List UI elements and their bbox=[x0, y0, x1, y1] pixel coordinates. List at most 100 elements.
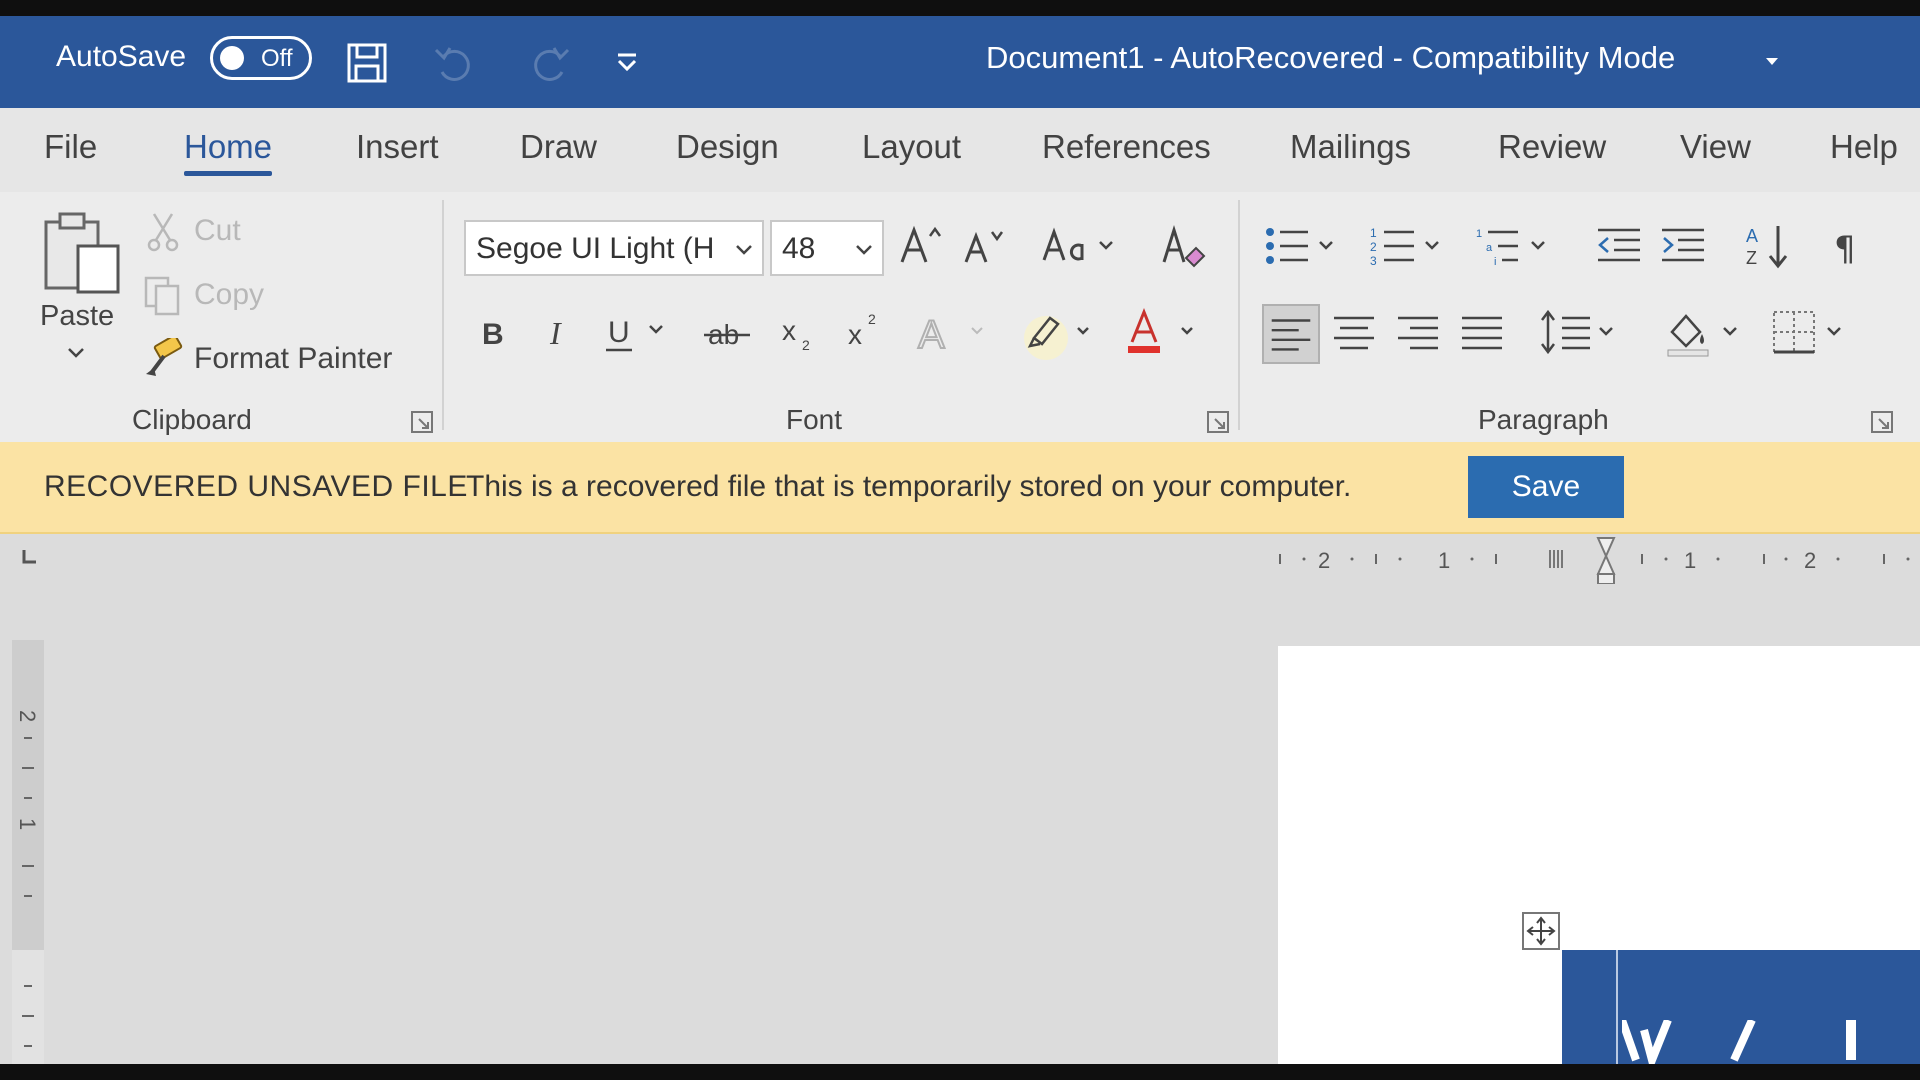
chevron-down-icon[interactable] bbox=[734, 240, 754, 260]
align-right-button[interactable] bbox=[1390, 304, 1446, 360]
svg-text:i: i bbox=[1494, 256, 1496, 268]
justify-button[interactable] bbox=[1454, 304, 1510, 360]
underline-button[interactable]: U bbox=[594, 304, 680, 360]
tab-review[interactable]: Review bbox=[1498, 128, 1606, 166]
tab-mailings[interactable]: Mailings bbox=[1290, 128, 1411, 166]
tab-references[interactable]: References bbox=[1042, 128, 1211, 166]
horizontal-ruler[interactable]: 2 1 1 2 bbox=[1278, 534, 1920, 584]
document-title[interactable]: Document1 - AutoRecovered - Compatibilit… bbox=[986, 40, 1675, 76]
dialog-launcher-icon[interactable] bbox=[1206, 410, 1230, 434]
sort-icon: A Z bbox=[1746, 226, 1788, 269]
text-effects-button[interactable]: A bbox=[910, 304, 996, 360]
font-name-combobox[interactable]: Segoe UI Light (H bbox=[464, 220, 764, 276]
chevron-down-icon[interactable] bbox=[854, 240, 874, 260]
strikethrough-button[interactable]: ab bbox=[700, 304, 756, 360]
indent-marker[interactable] bbox=[1596, 537, 1616, 584]
paint-bucket-icon bbox=[1667, 314, 1737, 357]
change-case-button[interactable] bbox=[1036, 218, 1122, 274]
tab-home[interactable]: Home bbox=[184, 128, 273, 176]
vertical-ruler[interactable]: 2 1 bbox=[12, 640, 44, 1064]
clear-formatting-icon bbox=[1162, 224, 1206, 268]
bold-icon: B bbox=[482, 318, 504, 351]
justify-icon bbox=[1462, 316, 1502, 350]
dialog-launcher-icon[interactable] bbox=[1870, 410, 1894, 434]
clear-formatting-button[interactable] bbox=[1156, 218, 1212, 274]
shrink-font-button[interactable] bbox=[956, 218, 1012, 274]
bold-button[interactable]: B bbox=[466, 304, 522, 360]
group-divider bbox=[1238, 200, 1240, 430]
subscript-button[interactable]: x 2 bbox=[770, 304, 826, 360]
svg-text:A: A bbox=[1746, 226, 1758, 246]
tab-file[interactable]: File bbox=[44, 128, 97, 166]
numbering-button[interactable]: 1 2 3 bbox=[1366, 218, 1452, 274]
change-case-icon bbox=[1042, 227, 1113, 261]
align-right-icon bbox=[1398, 316, 1438, 350]
redo-icon[interactable] bbox=[528, 40, 572, 84]
tab-insert[interactable]: Insert bbox=[356, 128, 439, 166]
document-canvas[interactable]: 2 1 1 2 2 1 bbox=[0, 534, 1920, 1064]
center-button[interactable] bbox=[1326, 304, 1382, 360]
svg-text:I: I bbox=[549, 315, 562, 351]
superscript-icon: x 2 bbox=[848, 311, 876, 350]
screen-bottom-edge bbox=[0, 1064, 1920, 1080]
font-color-icon bbox=[1128, 307, 1193, 353]
scissors-icon bbox=[147, 213, 179, 252]
autosave-label: AutoSave bbox=[56, 40, 187, 73]
line-spacing-button[interactable] bbox=[1538, 304, 1624, 360]
customize-quick-access-icon[interactable] bbox=[614, 50, 640, 76]
format-painter-label: Format Painter bbox=[194, 342, 393, 375]
italic-button[interactable]: I bbox=[530, 304, 586, 360]
increase-indent-button[interactable] bbox=[1656, 218, 1712, 274]
show-hide-marks-button[interactable]: ¶ bbox=[1822, 218, 1878, 274]
tab-help[interactable]: Help bbox=[1830, 128, 1898, 166]
paste-icon[interactable] bbox=[40, 206, 126, 312]
save-icon[interactable] bbox=[346, 42, 388, 84]
ruler-label: 2 bbox=[15, 710, 40, 722]
document-table[interactable] bbox=[1562, 950, 1920, 1064]
ribbon-tabs: File Home Insert Draw Design Layout Refe… bbox=[0, 108, 1920, 192]
text-effects-icon: A bbox=[917, 312, 983, 358]
align-left-button[interactable] bbox=[1262, 304, 1320, 364]
tab-design[interactable]: Design bbox=[676, 128, 779, 166]
pilcrow-icon: ¶ bbox=[1834, 229, 1856, 269]
svg-text:1: 1 bbox=[1476, 228, 1482, 240]
superscript-button[interactable]: x 2 bbox=[836, 304, 892, 360]
svg-text:A: A bbox=[918, 313, 945, 357]
subscript-icon: x 2 bbox=[782, 315, 810, 353]
clipboard-group-label: Clipboard bbox=[132, 404, 252, 435]
save-button[interactable]: Save bbox=[1468, 456, 1624, 518]
shading-button[interactable] bbox=[1662, 304, 1748, 360]
autosave-state: Off bbox=[261, 45, 293, 72]
font-size-combobox[interactable]: 48 bbox=[770, 220, 884, 276]
multilevel-list-button[interactable]: 1 a i bbox=[1472, 218, 1558, 274]
svg-text:a: a bbox=[1486, 242, 1493, 254]
ruler-label: 2 bbox=[1804, 548, 1816, 573]
paste-label[interactable]: Paste bbox=[40, 300, 114, 333]
dialog-launcher-icon[interactable] bbox=[410, 410, 434, 434]
tab-draw[interactable]: Draw bbox=[520, 128, 597, 166]
large-letter-graphic bbox=[1622, 1020, 1856, 1064]
bullets-button[interactable] bbox=[1260, 218, 1346, 274]
ruler-label: 1 bbox=[15, 818, 40, 830]
ruler-label: 1 bbox=[1684, 548, 1696, 573]
tab-view[interactable]: View bbox=[1680, 128, 1751, 166]
highlight-color-button[interactable] bbox=[1016, 304, 1102, 360]
ruler-label: 2 bbox=[1318, 548, 1330, 573]
grow-font-button[interactable] bbox=[892, 218, 948, 274]
undo-icon[interactable] bbox=[432, 40, 476, 84]
svg-text:2: 2 bbox=[868, 311, 876, 327]
autosave-toggle[interactable]: Off bbox=[210, 36, 312, 80]
screen-top-edge bbox=[0, 0, 1920, 16]
ruler-column-marker[interactable] bbox=[1549, 550, 1563, 568]
sort-button[interactable]: A Z bbox=[1740, 218, 1796, 274]
table-move-handle-icon[interactable] bbox=[1522, 912, 1560, 950]
font-color-button[interactable] bbox=[1120, 304, 1206, 360]
borders-button[interactable] bbox=[1766, 304, 1852, 360]
chevron-down-icon[interactable] bbox=[66, 344, 86, 362]
ribbon-home: Paste Cut Copy Format Painter Clipboard … bbox=[0, 192, 1920, 442]
cut-label: Cut bbox=[194, 214, 241, 247]
decrease-indent-button[interactable] bbox=[1592, 218, 1648, 274]
tab-selector-icon[interactable] bbox=[18, 546, 40, 568]
chevron-down-icon[interactable] bbox=[1764, 54, 1780, 70]
tab-layout[interactable]: Layout bbox=[862, 128, 961, 166]
